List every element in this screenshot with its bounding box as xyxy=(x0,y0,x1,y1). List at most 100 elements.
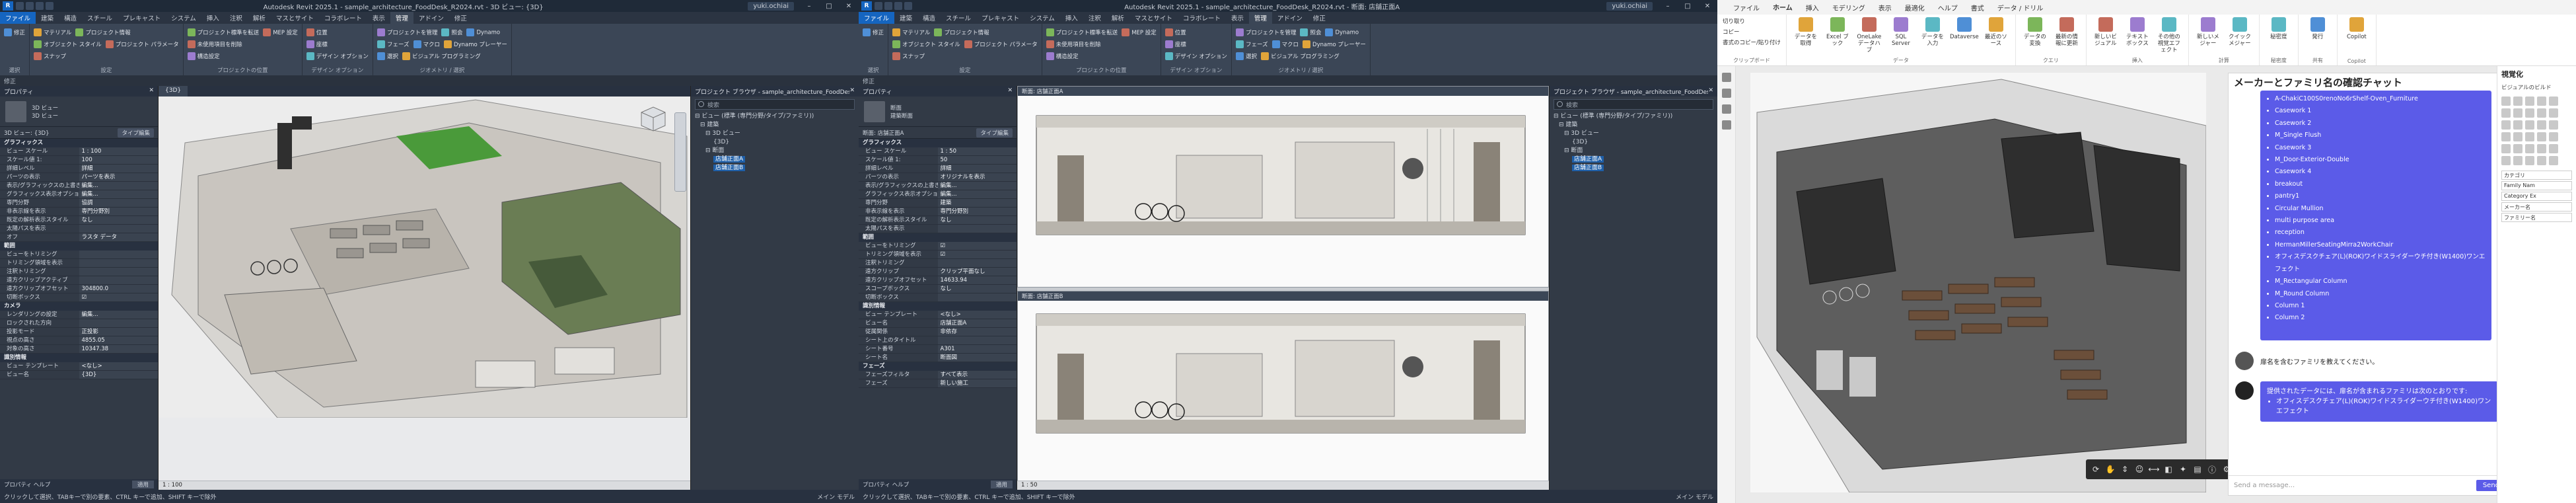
visual-type-icon[interactable] xyxy=(2513,156,2522,165)
visual-type-icon[interactable] xyxy=(2513,108,2522,118)
visual-type-icon[interactable] xyxy=(2501,120,2511,130)
ribbon-button[interactable]: 選択 xyxy=(1235,52,1257,61)
ribbon-button[interactable]: MEP 設定 xyxy=(263,28,298,37)
tab-1[interactable]: 建築 xyxy=(36,12,59,24)
property-value[interactable]: {3D} xyxy=(79,371,158,379)
property-value[interactable]: オリジナルを表示 xyxy=(937,173,1017,181)
property-value[interactable]: 新しい施工 xyxy=(937,379,1017,387)
visual-type-icon[interactable] xyxy=(2549,108,2558,118)
zoom-icon[interactable]: ⇕ xyxy=(2119,463,2131,475)
property-value[interactable]: 編集... xyxy=(79,182,158,190)
visual-type-icon[interactable] xyxy=(2525,132,2534,141)
minimize-icon[interactable]: – xyxy=(1658,3,1678,10)
property-value[interactable]: A301 xyxy=(937,345,1017,353)
tab-6[interactable]: 挿入 xyxy=(1060,12,1083,24)
visual-type-icon[interactable] xyxy=(2513,132,2522,141)
tab-5[interactable]: システム xyxy=(1024,12,1060,24)
pb-tab-0[interactable]: ファイル xyxy=(1727,0,1766,15)
tab-2[interactable]: 構造 xyxy=(59,12,82,24)
property-value[interactable] xyxy=(79,251,158,258)
undo-icon[interactable] xyxy=(894,2,902,10)
undo-icon[interactable] xyxy=(36,2,44,10)
visual-type-icon[interactable] xyxy=(2501,132,2511,141)
tab-3[interactable]: スチール xyxy=(82,12,118,24)
ribbon-button[interactable]: フェーズ xyxy=(1235,40,1268,49)
property-section[interactable]: グラフィックス xyxy=(0,139,158,147)
property-value[interactable]: ☑ xyxy=(79,293,158,301)
pb-ribbon-button[interactable]: 秘密度 xyxy=(2265,17,2293,40)
walk-icon[interactable]: ☺ xyxy=(2133,463,2145,475)
view-scale[interactable]: 1 : 100 xyxy=(162,482,182,488)
property-value[interactable]: 協調 xyxy=(79,199,158,207)
pb-tab-4[interactable]: 表示 xyxy=(1872,0,1898,15)
ribbon-button[interactable]: マクロ xyxy=(1271,40,1299,49)
ribbon-button[interactable]: オブジェクト スタイル xyxy=(34,40,102,49)
pb-ribbon-button[interactable]: データを取得 xyxy=(1792,17,1820,47)
tab-5[interactable]: システム xyxy=(166,12,201,24)
property-value[interactable]: 4855.05 xyxy=(79,336,158,344)
field-well-item[interactable]: カテゴリ xyxy=(2501,171,2572,180)
tree-item[interactable]: ⊟ 断面 xyxy=(691,147,859,155)
browser-search-input[interactable]: 検索 xyxy=(695,99,855,110)
property-value[interactable] xyxy=(937,259,1017,267)
clipboard-button[interactable]: 書式のコピー/貼り付け xyxy=(1723,38,1781,46)
view-tab-3d[interactable]: {3D} xyxy=(159,86,188,97)
tree-item[interactable]: ⊟ ビュー (標準 (専門分野/タイプ/ファミリ)) xyxy=(691,112,859,121)
property-value[interactable]: 専門分野別 xyxy=(937,208,1017,215)
pb-ribbon-button[interactable]: Excel ブック xyxy=(1824,17,1851,47)
property-value[interactable]: 正投影 xyxy=(79,328,158,336)
user-badge[interactable]: yuki.ochiai xyxy=(748,1,794,11)
visual-type-icon[interactable] xyxy=(2513,120,2522,130)
pb-ribbon-button[interactable]: 最新の情報に更新 xyxy=(2053,17,2081,47)
property-value[interactable]: 14633.94 xyxy=(937,276,1017,284)
ribbon-button[interactable]: ビジュアル プログラミング xyxy=(1260,52,1340,61)
ribbon-button[interactable]: マテリアル xyxy=(34,28,71,37)
visual-type-icon[interactable] xyxy=(2525,156,2534,165)
pb-ribbon-button[interactable]: 新しいビジュアル xyxy=(2092,17,2120,47)
viewcube[interactable] xyxy=(636,102,670,136)
ribbon-button[interactable]: マクロ xyxy=(413,40,440,49)
dax-query-icon[interactable] xyxy=(1722,120,1731,130)
ribbon-button[interactable]: 照会 xyxy=(1300,28,1321,37)
ribbon-button[interactable]: MEP 設定 xyxy=(1122,28,1157,37)
measure-icon[interactable]: ⟷ xyxy=(2148,463,2160,475)
property-value[interactable] xyxy=(937,225,1017,233)
property-value[interactable]: 店舗正面A xyxy=(937,319,1017,327)
pb-tab-2[interactable]: 挿入 xyxy=(1799,0,1826,15)
pane-title-a[interactable]: 断面: 店舗正面A xyxy=(1018,87,1548,96)
open-icon[interactable] xyxy=(875,2,882,10)
maximize-icon[interactable]: □ xyxy=(1678,3,1698,10)
property-value[interactable]: 10347.38 xyxy=(79,345,158,353)
edit-type-button[interactable]: タイプ編集 xyxy=(118,128,154,137)
tree-item[interactable]: {3D} xyxy=(691,138,859,147)
tab-4[interactable]: プレキャスト xyxy=(118,12,166,24)
field-well-item[interactable]: Category Ex xyxy=(2501,192,2572,201)
tree-item[interactable]: ⊟ 3D ビュー xyxy=(691,130,859,138)
visual-type-icon[interactable] xyxy=(2525,108,2534,118)
ribbon-button[interactable]: プロジェクト パラメータ xyxy=(964,40,1038,49)
tree-item[interactable]: ⊟ 建築 xyxy=(1550,121,1717,130)
property-value[interactable] xyxy=(79,259,158,267)
clipboard-button[interactable]: 切り取り xyxy=(1723,17,1781,25)
3d-model-visual[interactable] xyxy=(1750,73,2206,492)
ribbon-button[interactable]: Dynamo プレーヤー xyxy=(1303,40,1366,49)
property-value[interactable]: <なし> xyxy=(937,311,1017,319)
ribbon-button[interactable]: 照会 xyxy=(441,28,462,37)
property-value[interactable]: なし xyxy=(937,285,1017,293)
section-pane-b[interactable]: 断面: 店舗正面B xyxy=(1017,291,1549,490)
visual-type-icon[interactable] xyxy=(2525,144,2534,153)
visual-type-icon[interactable] xyxy=(2537,132,2546,141)
tab-4[interactable]: プレキャスト xyxy=(976,12,1024,24)
property-value[interactable]: 50 xyxy=(937,156,1017,164)
tree-item[interactable]: {3D} xyxy=(1550,138,1717,147)
redo-icon[interactable] xyxy=(46,2,54,10)
pb-ribbon-button[interactable]: SQL Server xyxy=(1887,17,1915,47)
field-well-item[interactable]: Family Nam xyxy=(2501,181,2572,190)
ribbon-button[interactable]: 選択 xyxy=(376,52,398,61)
pb-ribbon-button[interactable]: Copilot xyxy=(2343,17,2371,40)
report-view-icon[interactable] xyxy=(1722,73,1731,82)
tab-1[interactable]: 建築 xyxy=(894,12,917,24)
ribbon-button[interactable]: デザイン オプション xyxy=(1164,52,1227,61)
clipboard-button[interactable]: コピー xyxy=(1723,28,1781,36)
ribbon-button[interactable]: ビジュアル プログラミング xyxy=(402,52,481,61)
